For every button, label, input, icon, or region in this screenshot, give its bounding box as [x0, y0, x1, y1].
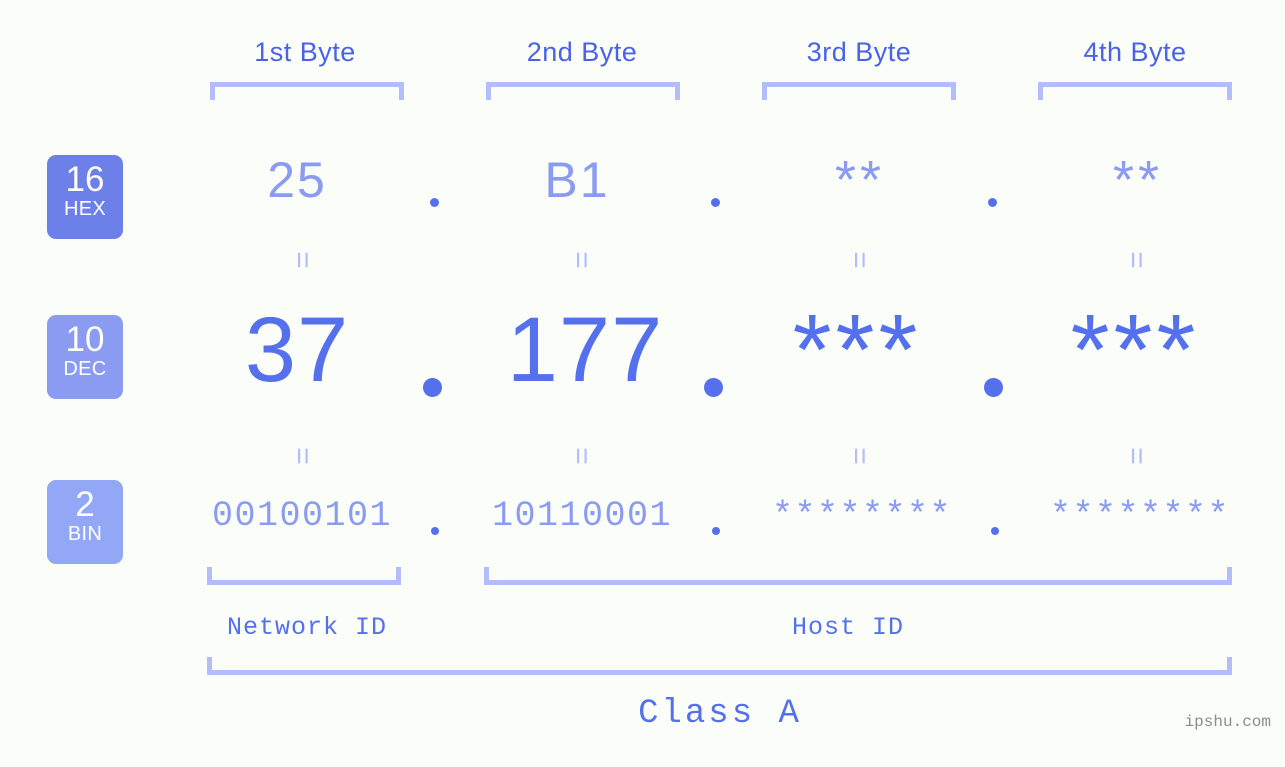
hex-byte-1: 25: [267, 152, 327, 208]
class-bracket: [207, 657, 1232, 675]
dec-separator-dot-1: [423, 378, 442, 397]
dec-byte-2: 177: [506, 299, 664, 401]
byte-bracket-2: [486, 82, 680, 100]
equals-sign-dec-bin-1: =: [286, 447, 319, 465]
site-watermark: ipshu.com: [1184, 713, 1271, 731]
host-id-bracket: [484, 567, 1232, 585]
base-badge-hex-name: HEX: [63, 198, 107, 220]
bin-byte-4: ********: [1049, 496, 1231, 536]
dec-byte-3: ***: [792, 294, 922, 406]
network-id-label: Network ID: [226, 613, 388, 642]
dec-separator-dot-3: [984, 378, 1003, 397]
base-badge-hex: 16 HEX: [47, 155, 123, 239]
equals-sign-dec-bin-4: =: [1120, 447, 1153, 465]
byte-bracket-4: [1038, 82, 1232, 100]
hex-separator-dot-2: [711, 198, 720, 207]
equals-sign-hex-dec-4: =: [1120, 251, 1153, 269]
byte-header-1: 1st Byte: [254, 37, 356, 67]
bin-byte-3: ********: [771, 496, 953, 536]
network-id-bracket: [207, 567, 401, 585]
bin-byte-2: 10110001: [491, 496, 673, 536]
hex-byte-2: B1: [544, 152, 610, 208]
byte-header-2: 2nd Byte: [526, 37, 638, 67]
byte-header-3: 3rd Byte: [806, 37, 912, 67]
hex-separator-dot-3: [988, 198, 997, 207]
equals-sign-hex-dec-2: =: [565, 251, 598, 269]
base-badge-dec: 10 DEC: [47, 315, 123, 399]
base-badge-bin: 2 BIN: [47, 480, 123, 564]
bin-separator-dot-1: [431, 527, 439, 535]
equals-sign-dec-bin-2: =: [565, 447, 598, 465]
dec-separator-dot-2: [704, 378, 723, 397]
host-id-label: Host ID: [791, 613, 905, 642]
byte-header-4: 4th Byte: [1083, 37, 1187, 67]
byte-bracket-3: [762, 82, 956, 100]
base-badge-dec-number: 10: [65, 320, 105, 359]
base-badge-hex-number: 16: [65, 160, 105, 199]
dec-byte-4: ***: [1070, 294, 1200, 406]
byte-bracket-1: [210, 82, 404, 100]
bin-separator-dot-3: [991, 527, 999, 535]
bin-byte-1: 00100101: [211, 496, 393, 536]
hex-byte-3: **: [834, 150, 886, 210]
class-label: Class A: [638, 695, 802, 733]
equals-sign-hex-dec-3: =: [843, 251, 876, 269]
base-badge-bin-number: 2: [75, 485, 95, 524]
equals-sign-dec-bin-3: =: [843, 447, 876, 465]
hex-byte-4: **: [1112, 150, 1164, 210]
hex-separator-dot-1: [430, 198, 439, 207]
base-badge-bin-name: BIN: [67, 523, 103, 545]
dec-byte-1: 37: [244, 299, 350, 401]
ip-address-breakdown-diagram: 1st Byte 2nd Byte 3rd Byte 4th Byte 16 H…: [0, 0, 1285, 767]
equals-sign-hex-dec-1: =: [286, 251, 319, 269]
bin-separator-dot-2: [712, 527, 720, 535]
base-badge-dec-name: DEC: [63, 358, 107, 380]
